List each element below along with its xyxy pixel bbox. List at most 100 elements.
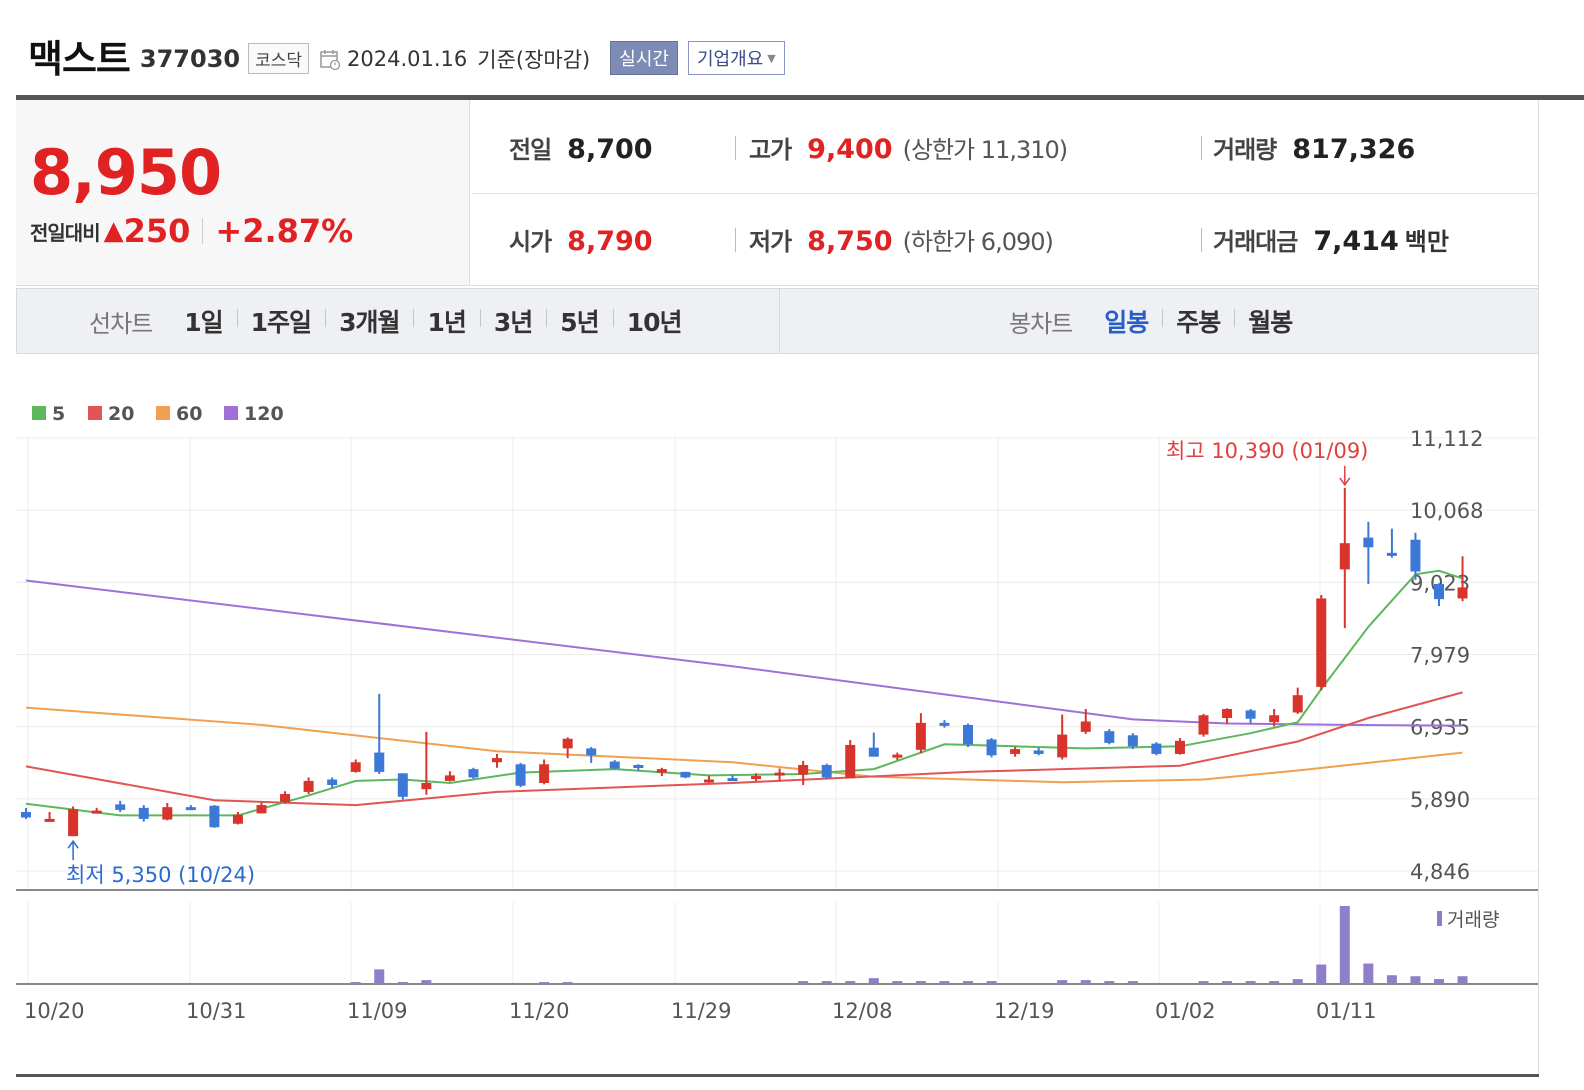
candle-body	[1386, 552, 1397, 556]
legend-label: 120	[244, 403, 284, 425]
stock-name: 맥스트	[28, 36, 131, 81]
x-tick-label: 11/29	[671, 999, 732, 1023]
candle-body	[1410, 539, 1421, 572]
candle-body	[421, 782, 432, 790]
volume-bar	[562, 982, 573, 984]
volume-bar	[1104, 981, 1115, 984]
amount-value: 7,414	[1313, 226, 1399, 257]
volume-bar	[939, 981, 950, 984]
candle-body	[892, 754, 903, 758]
candle-body	[986, 739, 997, 756]
x-tick-label: 01/11	[1316, 999, 1377, 1023]
high-annotation: 최고 10,390 (01/09)	[1166, 439, 1368, 463]
candle-body	[444, 775, 455, 781]
y-tick-label: 7,979	[1410, 644, 1470, 668]
volume-bar	[963, 981, 973, 984]
volume-bar	[1245, 981, 1256, 984]
period-10y[interactable]: 10년	[612, 303, 696, 339]
period-3m[interactable]: 3개월	[325, 303, 413, 339]
candle-body	[1033, 750, 1044, 754]
change-value: 250	[123, 212, 191, 250]
divider	[1201, 136, 1202, 160]
open-value: 8,790	[567, 226, 653, 257]
period-1y[interactable]: 1년	[413, 303, 479, 339]
volume-bar	[915, 981, 926, 984]
row-divider	[471, 193, 1539, 194]
legend-label: 20	[108, 403, 134, 425]
volume-bar	[1198, 981, 1209, 984]
candle-body	[727, 778, 738, 782]
candle-body	[821, 764, 832, 778]
period-1w[interactable]: 1주일	[236, 303, 325, 339]
volume-bar	[1457, 976, 1468, 984]
open-cell: 시가 8,790	[509, 222, 653, 257]
volume-bar	[374, 969, 385, 984]
candle-monthly[interactable]: 월봉	[1234, 303, 1306, 339]
prev-close-value: 8,700	[567, 134, 653, 165]
company-overview-button[interactable]: 기업개요 ▼	[687, 41, 785, 75]
candle-weekly[interactable]: 주봉	[1162, 303, 1234, 339]
change-label: 전일대비	[30, 220, 101, 245]
ma120-line	[25, 579, 1463, 727]
base-date: 2024.01.16	[347, 47, 468, 71]
y-tick-label: 11,112	[1410, 427, 1483, 451]
stock-code: 377030	[139, 45, 241, 73]
legend-swatch	[88, 406, 102, 420]
candle-body	[656, 769, 667, 773]
period-1d[interactable]: 1일	[170, 303, 236, 339]
volume-bar	[845, 981, 856, 984]
ma60-line	[25, 706, 1463, 784]
candle-body	[350, 762, 361, 772]
candle-chart-title: 봉차트	[1009, 309, 1073, 338]
candle-body	[939, 722, 950, 726]
x-tick-label: 11/09	[347, 999, 408, 1023]
volume-bar	[539, 982, 550, 984]
open-label: 시가	[509, 228, 552, 256]
change-percent: +2.87%	[215, 212, 354, 250]
candle-body	[1080, 721, 1091, 732]
right-edge	[1538, 100, 1539, 1074]
amount-label: 거래대금	[1213, 228, 1298, 256]
change-row: 전일대비 ▲ 250 +2.87%	[30, 212, 353, 250]
calendar-icon	[320, 50, 341, 70]
low-label: 저가	[749, 228, 792, 256]
candle-body	[703, 779, 714, 783]
candle-body	[397, 773, 408, 797]
candle-body	[1222, 709, 1233, 719]
volume-bar	[868, 978, 879, 984]
volume-bar	[350, 982, 361, 984]
candle-body	[515, 764, 526, 786]
candle-body	[633, 764, 644, 768]
ma20-line	[25, 691, 1463, 807]
candle-body	[303, 780, 314, 792]
candle-body	[1292, 695, 1303, 713]
candle-daily[interactable]: 일봉	[1090, 303, 1162, 339]
volume-bar	[1434, 979, 1444, 984]
low-cell: 저가 8,750 (하한가 6,090)	[749, 222, 1054, 257]
prev-close-cell: 전일 8,700	[509, 130, 653, 165]
y-tick-label: 4,846	[1410, 860, 1470, 884]
line-chart-title: 선차트	[89, 309, 153, 338]
up-triangle-icon: ▲	[103, 216, 124, 246]
bottom-rule	[16, 1074, 1539, 1077]
realtime-button[interactable]: 실시간	[610, 41, 678, 75]
candle-body	[185, 807, 196, 811]
candle-body	[1316, 598, 1327, 687]
candlestick-chart: 11,11210,0689,0237,9796,9355,8904,8465 20…	[16, 403, 1538, 1023]
x-tick-label: 10/20	[24, 999, 85, 1023]
candle-body	[609, 761, 620, 769]
period-5y[interactable]: 5년	[546, 303, 612, 339]
high-label: 고가	[749, 136, 792, 164]
current-price: 8,950	[30, 136, 222, 209]
volume-legend-label: 거래량	[1447, 909, 1499, 931]
candle-body	[562, 738, 573, 749]
volume-value: 817,326	[1292, 134, 1416, 165]
y-tick-label: 5,890	[1410, 788, 1470, 812]
legend-label: 60	[176, 403, 202, 425]
legend-swatch	[156, 406, 170, 420]
period-3y[interactable]: 3년	[479, 303, 546, 339]
x-tick-label: 11/20	[509, 999, 570, 1023]
volume-bar	[1339, 906, 1350, 984]
x-tick-label: 12/19	[994, 999, 1055, 1023]
company-overview-label: 기업개요	[696, 49, 764, 70]
